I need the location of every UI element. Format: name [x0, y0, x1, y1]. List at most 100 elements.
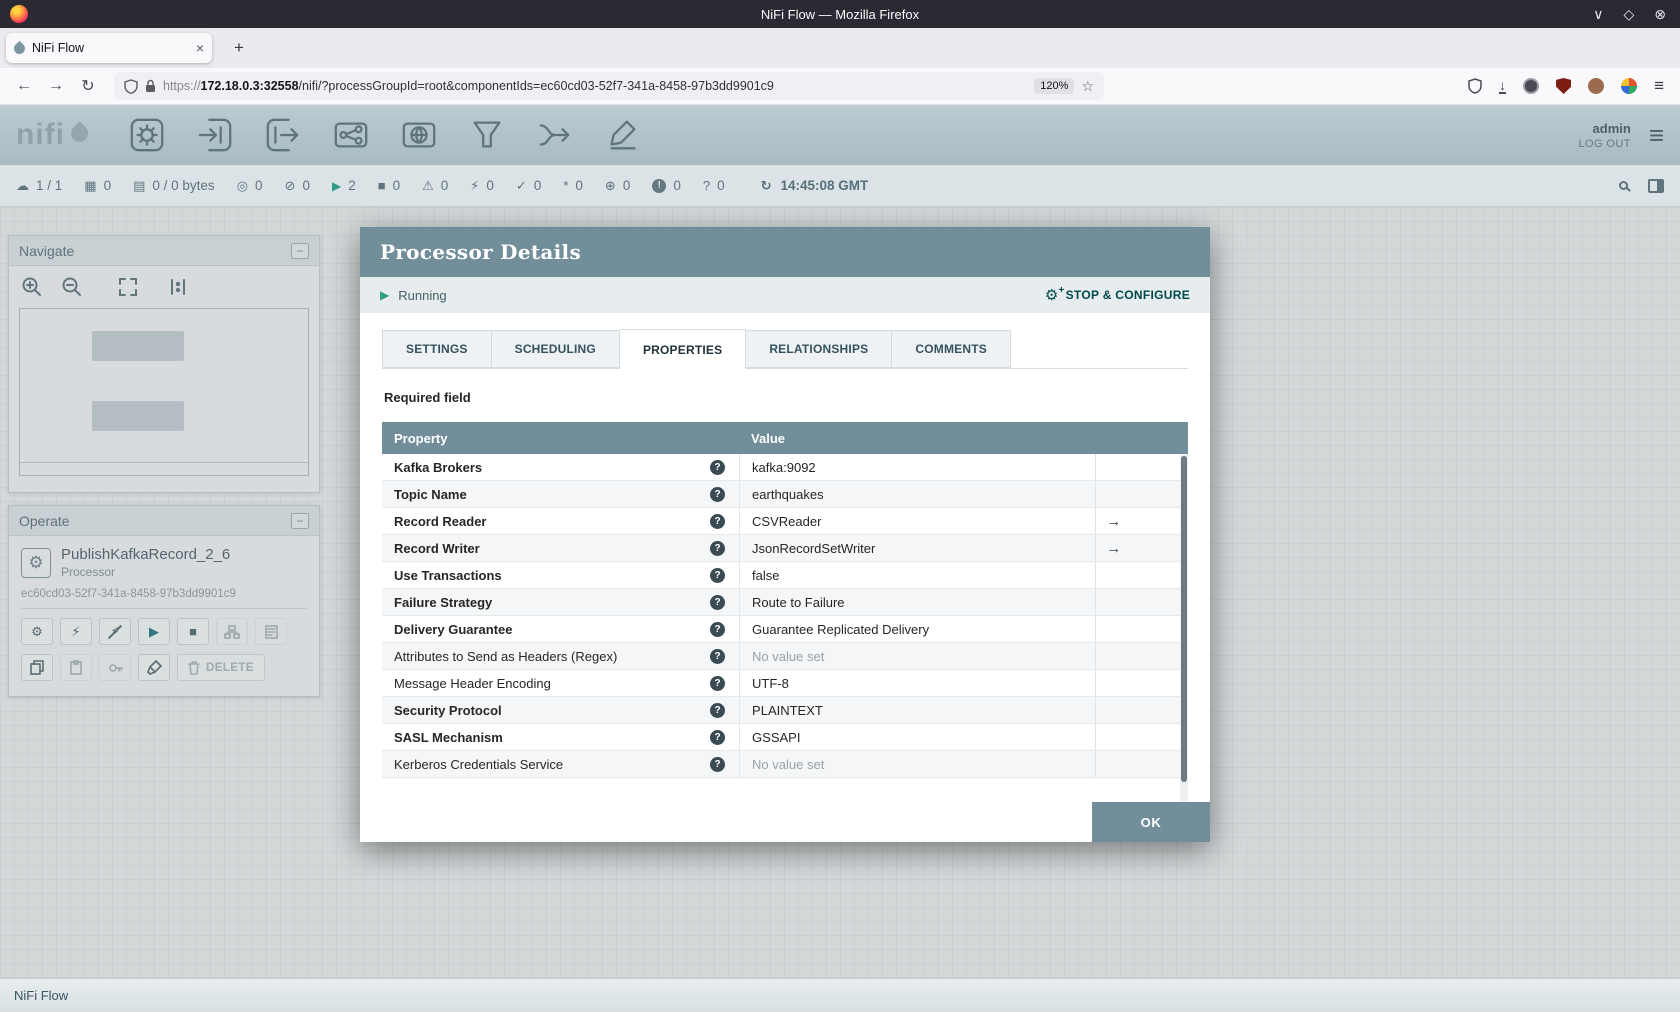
- browser-toolbar: ← → ↻ https://172.18.0.3:32558/nifi/?pro…: [0, 68, 1680, 105]
- property-value[interactable]: Guarantee Replicated Delivery: [739, 616, 1095, 642]
- help-icon[interactable]: ?: [710, 459, 726, 475]
- property-value[interactable]: No value set: [739, 643, 1095, 669]
- zoom-level-badge[interactable]: 120%: [1034, 78, 1075, 94]
- tracking-shield-icon[interactable]: [124, 78, 138, 94]
- status-disabled: ⚡ 0: [470, 178, 494, 194]
- property-value[interactable]: UTF-8: [739, 670, 1095, 696]
- lock-icon[interactable]: [145, 79, 156, 93]
- breadcrumb-nifi-flow[interactable]: NiFi Flow: [14, 988, 68, 1003]
- window-minimize-icon[interactable]: ∨: [1593, 6, 1603, 23]
- help-icon[interactable]: ?: [710, 513, 726, 529]
- property-value[interactable]: false: [739, 562, 1095, 588]
- template-component-icon[interactable]: [536, 116, 574, 154]
- property-value[interactable]: GSSAPI: [739, 724, 1095, 750]
- running-play-icon: ▶: [380, 288, 390, 302]
- tab-properties[interactable]: PROPERTIES: [619, 329, 747, 369]
- new-tab-button[interactable]: +: [226, 38, 252, 58]
- downloads-icon[interactable]: ↓: [1499, 78, 1507, 94]
- remote-process-group-component-icon[interactable]: [400, 116, 438, 154]
- window-close-icon[interactable]: ⊗: [1654, 6, 1666, 23]
- funnel-component-icon[interactable]: [468, 116, 506, 154]
- extension-pinwheel-icon[interactable]: [1621, 78, 1638, 94]
- tab-settings[interactable]: SETTINGS: [382, 330, 492, 368]
- table-row[interactable]: SASL Mechanism? GSSAPI: [382, 724, 1188, 751]
- tab-comments[interactable]: COMMENTS: [892, 330, 1011, 368]
- account-icon[interactable]: [1523, 78, 1540, 94]
- url-text[interactable]: https://172.18.0.3:32558/nifi/?processGr…: [163, 79, 1027, 93]
- property-value[interactable]: Route to Failure: [739, 589, 1095, 615]
- tab-scheduling[interactable]: SCHEDULING: [491, 330, 620, 368]
- help-icon[interactable]: ?: [710, 594, 726, 610]
- table-row[interactable]: Failure Strategy? Route to Failure: [382, 589, 1188, 616]
- profile-avatar-icon[interactable]: [1588, 78, 1605, 94]
- sidebar-toggle-icon[interactable]: [1648, 178, 1664, 193]
- property-value[interactable]: JsonRecordSetWriter: [739, 535, 1095, 561]
- ublock-extension-icon[interactable]: [1556, 78, 1572, 94]
- refresh-icon[interactable]: ↻: [761, 178, 772, 194]
- status-value: 0: [302, 178, 310, 193]
- table-row[interactable]: Message Header Encoding? UTF-8: [382, 670, 1188, 697]
- processor-component-icon[interactable]: [128, 116, 166, 154]
- status-running: ▶ 2: [332, 178, 356, 193]
- output-port-component-icon[interactable]: [264, 116, 302, 154]
- table-row[interactable]: Topic Name? earthquakes: [382, 481, 1188, 508]
- table-row[interactable]: Record Writer? JsonRecordSetWriter →: [382, 535, 1188, 562]
- status-value: 0: [440, 178, 449, 193]
- table-row[interactable]: Record Reader? CSVReader →: [382, 508, 1188, 535]
- processor-details-dialog: Processor Details ▶ Running ⚙ STOP & CON…: [360, 227, 1210, 842]
- table-row[interactable]: Kafka Brokers? kafka:9092: [382, 454, 1188, 481]
- last-refresh-time: 14:45:08 GMT: [780, 178, 869, 193]
- label-component-icon[interactable]: [604, 116, 642, 154]
- property-value[interactable]: kafka:9092: [739, 454, 1095, 480]
- go-to-service-icon[interactable]: →: [1106, 540, 1121, 557]
- property-value[interactable]: No value set: [739, 751, 1095, 777]
- help-icon[interactable]: ?: [710, 702, 726, 718]
- property-value[interactable]: CSVReader: [739, 508, 1095, 534]
- go-to-service-icon[interactable]: →: [1106, 513, 1121, 530]
- help-icon[interactable]: ?: [710, 567, 726, 583]
- process-group-component-icon[interactable]: [332, 116, 370, 154]
- help-icon[interactable]: ?: [710, 675, 726, 691]
- table-row[interactable]: Security Protocol? PLAINTEXT: [382, 697, 1188, 724]
- back-button[interactable]: ←: [10, 77, 38, 95]
- reload-button[interactable]: ↻: [74, 76, 102, 96]
- app-menu-icon[interactable]: ≡: [1654, 76, 1664, 96]
- property-name: Kerberos Credentials Service: [394, 756, 564, 772]
- goto-cell: [1095, 724, 1180, 750]
- search-icon[interactable]: [1619, 181, 1628, 190]
- flow-canvas[interactable]: Navigate − Operate − ⚙ PublishKafkaRecor…: [0, 207, 1680, 978]
- property-value[interactable]: PLAINTEXT: [739, 697, 1095, 723]
- help-icon[interactable]: ?: [710, 729, 726, 745]
- help-icon[interactable]: ?: [710, 756, 726, 772]
- help-icon[interactable]: ?: [710, 540, 726, 556]
- scrollbar-thumb[interactable]: [1181, 456, 1187, 783]
- browser-tab[interactable]: NiFi Flow ×: [6, 33, 212, 63]
- table-row[interactable]: Kerberos Credentials Service? No value s…: [382, 751, 1188, 778]
- property-value[interactable]: earthquakes: [739, 481, 1095, 507]
- table-row[interactable]: Use Transactions? false: [382, 562, 1188, 589]
- bookmark-star-icon[interactable]: ☆: [1081, 78, 1094, 95]
- status-locally-modified-and-stale: ! 0: [652, 178, 681, 193]
- forward-button[interactable]: →: [42, 77, 70, 95]
- goto-cell: [1095, 481, 1180, 507]
- table-scrollbar[interactable]: [1180, 454, 1188, 805]
- logout-link[interactable]: LOG OUT: [1579, 138, 1631, 150]
- help-icon[interactable]: ?: [710, 486, 726, 502]
- url-bar[interactable]: https://172.18.0.3:32558/nifi/?processGr…: [114, 72, 1104, 100]
- input-port-component-icon[interactable]: [196, 116, 234, 154]
- status-value: 0: [392, 178, 401, 193]
- tab-relationships[interactable]: RELATIONSHIPS: [746, 330, 893, 368]
- shield-extension-icon[interactable]: [1468, 78, 1482, 94]
- ok-button[interactable]: OK: [1092, 802, 1210, 842]
- tab-close-icon[interactable]: ×: [196, 40, 204, 56]
- stop-and-configure-button[interactable]: ⚙ STOP & CONFIGURE: [1045, 283, 1190, 303]
- global-menu-icon[interactable]: ≡: [1649, 122, 1664, 148]
- table-row[interactable]: Attributes to Send as Headers (Regex)? N…: [382, 643, 1188, 670]
- current-user: admin LOG OUT: [1579, 121, 1631, 150]
- table-row[interactable]: Delivery Guarantee? Guarantee Replicated…: [382, 616, 1188, 643]
- window-maximize-icon[interactable]: ◇: [1623, 6, 1634, 23]
- goto-cell: [1095, 697, 1180, 723]
- help-icon[interactable]: ?: [710, 648, 726, 664]
- status-value: 0: [717, 178, 725, 193]
- help-icon[interactable]: ?: [710, 621, 726, 637]
